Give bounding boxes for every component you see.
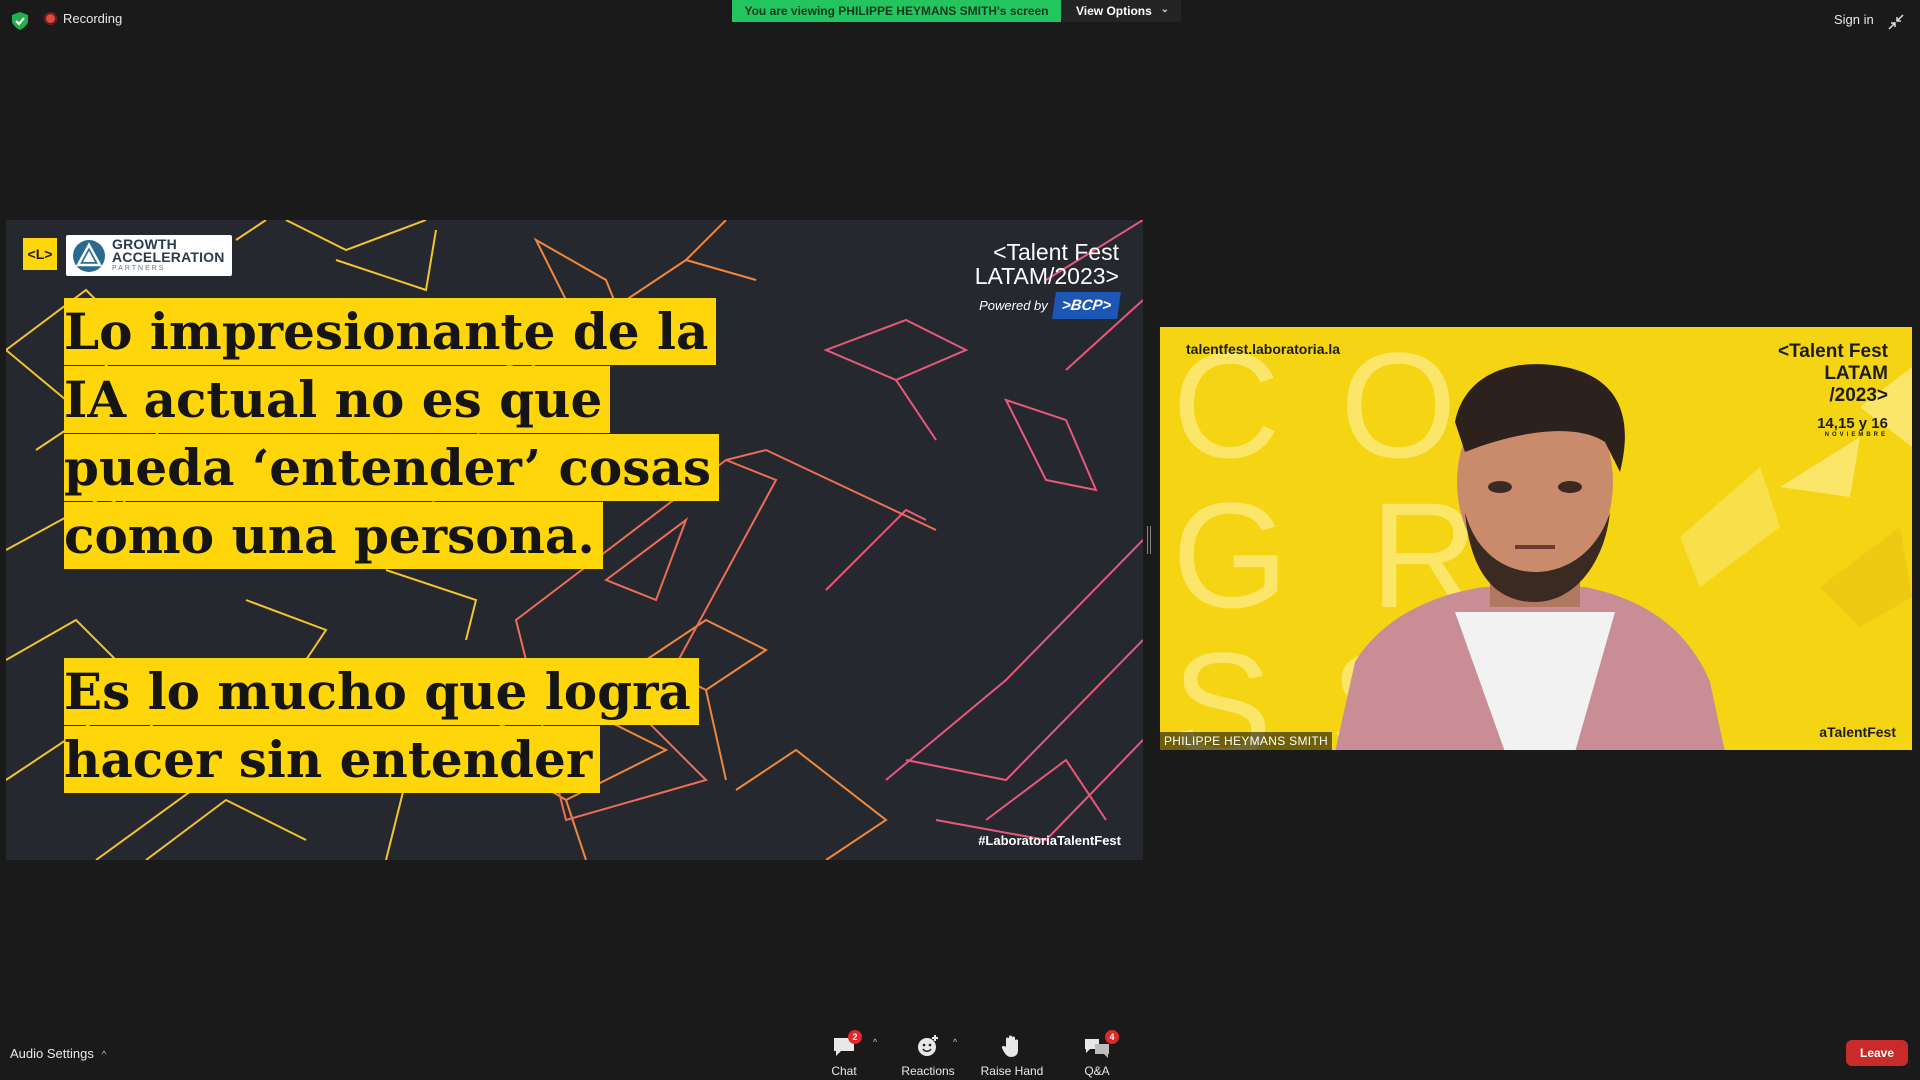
raise-hand-icon (1001, 1035, 1018, 1057)
growth-acceleration-partners-logo: GROWTH ACCELERATION PARTNERS (66, 235, 232, 276)
viewing-banner: You are viewing PHILIPPE HEYMANS SMITH's… (732, 0, 1061, 22)
chat-options-caret[interactable]: ^ (873, 1037, 877, 1047)
recording-icon (44, 12, 57, 25)
chat-badge: 2 (848, 1030, 862, 1044)
participant-name-tag: PHILIPPE HEYMANS SMITH (1160, 732, 1332, 750)
reactions-options-caret[interactable]: ^ (953, 1037, 957, 1047)
video-logo-line1: <Talent Fest (1778, 341, 1888, 362)
view-options-button[interactable]: View Options ⌄ (1061, 0, 1181, 22)
video-month: NOVIEMBRE (1824, 432, 1888, 438)
video-logo-line2: LATAM (1824, 363, 1888, 384)
recording-label: Recording (63, 11, 123, 26)
video-url: talentfest.laboratoria.la (1186, 341, 1341, 357)
talent-fest-line2: LATAM/2023> (974, 263, 1119, 289)
audio-settings-label: Audio Settings (10, 1046, 94, 1061)
recording-indicator[interactable]: Recording (44, 11, 122, 26)
slide-hashtag: #LaboratoriaTalentFest (978, 833, 1121, 848)
audio-settings-button[interactable]: Audio Settings ^ (10, 1046, 106, 1061)
chevron-down-icon: ⌄ (1160, 4, 1169, 15)
quote-part2-text: Es lo mucho que logra hacer sin entender (64, 658, 699, 793)
speaker-silhouette (1335, 364, 1725, 750)
talent-fest-line1: <Talent Fest (993, 239, 1119, 265)
quote-part1: Lo impresionante de la IA actual no es q… (64, 298, 724, 570)
talent-fest-logo: <Talent Fest LATAM/2023> Powered by >BCP… (974, 239, 1121, 319)
video-hashtag: aTalentFest (1819, 724, 1896, 740)
view-options-label: View Options (1076, 4, 1152, 18)
qa-badge: 4 (1105, 1030, 1119, 1044)
caret-up-icon: ^ (101, 1048, 107, 1059)
raise-hand-button[interactable]: Raise Hand (972, 1030, 1052, 1078)
gap-triangle-icon (73, 239, 105, 272)
gap-logo-line2: ACCELERATION (112, 249, 225, 265)
video-dates: 14,15 y 16 (1817, 415, 1888, 432)
gap-logo-line3: PARTNERS (112, 265, 166, 272)
bcp-logo: >BCP> (1051, 292, 1121, 319)
qa-label: Q&A (1084, 1064, 1110, 1078)
leave-button[interactable]: Leave (1846, 1040, 1908, 1066)
video-logo-line3: /2023> (1829, 385, 1888, 406)
reactions-icon (918, 1035, 938, 1056)
quote-part2: Es lo mucho que logra hacer sin entender (64, 658, 724, 794)
reactions-label: Reactions (901, 1064, 955, 1078)
raise-hand-label: Raise Hand (980, 1064, 1044, 1078)
powered-by-label: Powered by (979, 298, 1048, 313)
chat-label: Chat (831, 1064, 857, 1078)
chat-button[interactable]: 2 Chat (804, 1030, 884, 1078)
sign-in-button[interactable]: Sign in (1834, 12, 1874, 27)
speaker-video-tile[interactable]: C O G R S S talentfest.laboratoria.la <T… (1160, 327, 1912, 750)
qa-button[interactable]: 4 Q&A (1057, 1030, 1137, 1078)
shared-screen: <L> GROWTH ACCELERATION PARTNERS <Talent… (6, 220, 1143, 860)
bg-letter: G (1172, 471, 1289, 639)
panel-resize-handle[interactable] (1147, 526, 1151, 554)
quote-part1-text: Lo impresionante de la IA actual no es q… (64, 298, 719, 569)
bg-letter: S (1172, 621, 1272, 750)
laboratoria-logo: <L> (23, 238, 57, 270)
video-talent-fest-logo: <Talent Fest LATAM /2023> 14,15 y 16 NOV… (1778, 341, 1888, 438)
top-bar: Recording You are viewing PHILIPPE HEYMA… (0, 0, 1920, 42)
exit-fullscreen-icon[interactable] (1888, 14, 1904, 30)
shield-icon[interactable] (12, 12, 28, 30)
